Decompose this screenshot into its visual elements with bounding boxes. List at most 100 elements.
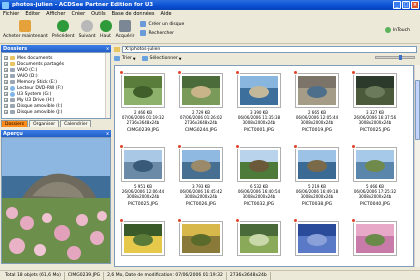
close-icon[interactable]: ×	[105, 131, 110, 136]
sort-button[interactable]: Trier ▼	[114, 56, 136, 61]
minimize-button[interactable]: _	[393, 1, 401, 9]
menu-create[interactable]: Créer	[71, 11, 85, 17]
menu-tools[interactable]: Outils	[91, 11, 105, 17]
back-button[interactable]: Précédent	[52, 18, 75, 39]
thumbnail-frame[interactable]	[353, 73, 397, 108]
expand-icon[interactable]: +	[4, 86, 8, 90]
thumbnail-item[interactable]: 3 793 KB 06/06/2006 16:45:42 3008x2000x24b…	[175, 142, 225, 214]
zoom-slider[interactable]	[375, 55, 415, 60]
address-bar: X:\photos-julien	[112, 45, 420, 54]
expand-icon[interactable]: +	[4, 68, 8, 72]
thumbnail-frame[interactable]	[353, 147, 397, 182]
thumbnail-frame[interactable]	[295, 73, 339, 108]
drive-icon	[10, 104, 15, 108]
expand-icon[interactable]: +	[4, 92, 8, 96]
thumbnail-frame[interactable]	[121, 147, 165, 182]
menu-database[interactable]: Base de données	[112, 11, 155, 17]
thumbnail-item[interactable]: 5 466 KB 06/06/2006 17:25:32 3008x2000x24b…	[349, 142, 399, 214]
close-button[interactable]: ×	[411, 1, 419, 9]
tree-item-label: My U3 Drive (H:)	[17, 97, 55, 103]
tag-marker-icon	[119, 218, 124, 223]
thumbnail-item[interactable]	[117, 216, 167, 266]
thumbnail-image	[182, 76, 220, 105]
thumbnail-item[interactable]: 2 729 KB 07/06/2006 01:26:02 2736x3648x24b…	[175, 68, 225, 140]
scroll-thumb[interactable]	[415, 80, 420, 140]
expand-icon[interactable]: +	[4, 104, 8, 108]
thumbnail-image	[356, 224, 394, 253]
thumbnail-item[interactable]	[291, 216, 341, 266]
intouch-button[interactable]: InTouch	[384, 27, 410, 33]
search-icon	[140, 30, 147, 36]
status-total: Total 18 objets (61,6 Mo)	[2, 271, 65, 280]
status-selected: CIMG0239.JPG	[65, 271, 105, 280]
tab-folders[interactable]: Dossiers	[1, 120, 29, 127]
thumbnail-frame[interactable]	[295, 221, 339, 256]
thumbnail-frame[interactable]	[179, 147, 223, 182]
up-button[interactable]: Haut	[99, 18, 112, 39]
thumbnail-filename: PICT0038.JPG	[301, 202, 333, 207]
vertical-scrollbar[interactable]	[414, 65, 420, 267]
menu-edit[interactable]: Editer	[25, 11, 40, 17]
expand-icon[interactable]: +	[4, 110, 8, 114]
buy-now-button[interactable]: Acheter maintenant	[3, 18, 48, 39]
menu-file[interactable]: Fichier	[3, 11, 19, 17]
thumbnail-frame[interactable]	[179, 73, 223, 108]
menu-view[interactable]: Afficher	[46, 11, 65, 17]
acquire-button[interactable]: Acquérir	[116, 18, 134, 39]
tab-organize[interactable]: Organiser	[29, 120, 60, 127]
cd-icon	[10, 91, 15, 97]
sort-icon	[114, 56, 120, 61]
thumbnail-filename: PICT0026.JPG	[185, 202, 217, 207]
tab-calendar[interactable]: Calendrier	[60, 120, 92, 127]
tag-marker-icon	[235, 144, 240, 149]
thumbnail-filename: PICT0040.JPG	[359, 202, 391, 207]
thumbnail-meta: 5 219 KB 06/06/2006 16:49:18 3008x2000x24b	[291, 184, 343, 199]
thumbnail-item[interactable]	[175, 216, 225, 266]
forward-button[interactable]: Suivant	[79, 18, 96, 39]
thumbnail-frame[interactable]	[353, 221, 397, 256]
thumbnail-frame[interactable]	[237, 73, 281, 108]
thumbnail-item[interactable]: 3 390 KB 06/06/2006 11:35:38 3008x2000x24b…	[233, 68, 283, 140]
left-tabs: Dossiers Organiser Calendrier	[1, 120, 111, 127]
close-icon[interactable]: ×	[105, 46, 110, 51]
zoom-knob[interactable]	[398, 55, 402, 60]
expand-icon[interactable]: +	[4, 80, 8, 84]
expand-icon[interactable]: +	[4, 98, 8, 102]
create-disc-button[interactable]: Créer un disque	[140, 21, 184, 27]
thumbnail-item[interactable]	[349, 216, 399, 266]
thumbnail-frame[interactable]	[237, 221, 281, 256]
toolbar: Acheter maintenant Précédent Suivant Hau…	[0, 18, 420, 44]
select-button[interactable]: Sélectionner ▼	[141, 56, 181, 61]
maximize-button[interactable]: □	[402, 1, 410, 9]
expand-icon[interactable]: +	[4, 62, 8, 66]
thumbnail-dims: 3008x2000x24b	[358, 194, 392, 199]
folder-icon	[10, 62, 15, 66]
address-input[interactable]: X:\photos-julien	[122, 46, 417, 53]
thumbnail-frame[interactable]	[179, 221, 223, 256]
menu-help[interactable]: Aide	[161, 11, 172, 17]
tree-item-label: Disque amovible (I:)	[17, 103, 63, 109]
tree-item[interactable]: + Disque amovible (J:)	[4, 109, 110, 115]
drive-icon	[10, 74, 15, 78]
thumbnail-frame[interactable]	[121, 73, 165, 108]
thumbnail-item[interactable]: 2 665 KB 06/06/2006 12:05:44 3008x2000x24b…	[291, 68, 341, 140]
main-panel: X:\photos-julien Trier ▼ Sélectionner ▼ 2 …	[112, 45, 420, 269]
tree-scrollbar[interactable]	[105, 53, 110, 118]
thumbnail-item[interactable]: 5 951 KB 26/06/2006 12:06:44 3008x2000x24b…	[117, 142, 167, 214]
thumbnail-item[interactable]	[233, 216, 283, 266]
filter-bar: Trier ▼ Sélectionner ▼	[112, 54, 420, 63]
thumbnail-item[interactable]: 6 532 KB 06/06/2006 16:40:54 3008x2000x24b…	[233, 142, 283, 214]
thumbnail-item[interactable]: 2 466 KB 07/06/2006 01:19:32 2736x3648x24b…	[117, 68, 167, 140]
thumbnail-meta: 6 532 KB 06/06/2006 16:40:54 3008x2000x24b	[233, 184, 285, 199]
thumbnail-image	[298, 150, 336, 179]
thumbnail-frame[interactable]	[121, 221, 165, 256]
thumbnail-frame[interactable]	[237, 147, 281, 182]
expand-icon[interactable]: +	[4, 56, 8, 60]
thumbnail-item[interactable]: 3 327 KB 26/06/2006 16:37:56 3008x2000x24b…	[349, 68, 399, 140]
disc-icon	[140, 21, 147, 27]
expand-icon[interactable]: +	[4, 74, 8, 78]
search-button[interactable]: Rechercher	[140, 30, 184, 36]
thumbnail-dims: 3008x2000x24b	[300, 194, 334, 199]
thumbnail-item[interactable]: 5 219 KB 06/06/2006 16:49:18 3008x2000x24b…	[291, 142, 341, 214]
thumbnail-frame[interactable]	[295, 147, 339, 182]
